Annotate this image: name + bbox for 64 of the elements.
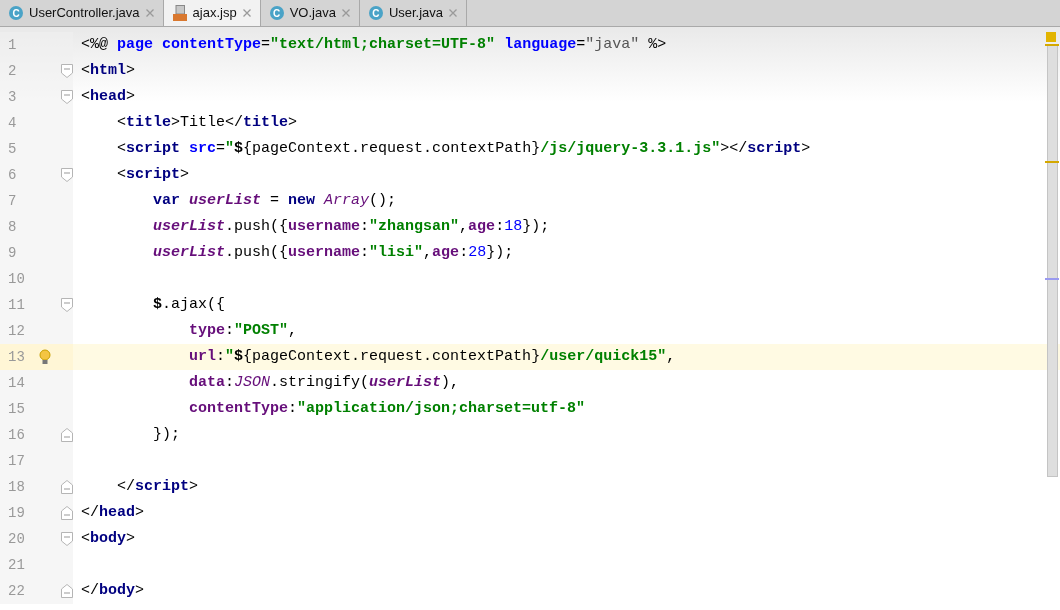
editor-tab[interactable]: ajax.jsp (163, 0, 261, 26)
code-line: data:JSON.stringify(userList), (188, 372, 460, 393)
code-line: $.ajax({ (152, 294, 226, 315)
fold-marker-icon[interactable] (60, 168, 73, 182)
line-number: 18 (7, 477, 26, 497)
fold-marker-icon[interactable] (60, 584, 73, 598)
close-icon[interactable] (145, 9, 154, 17)
close-icon[interactable] (242, 9, 251, 17)
line-number: 21 (7, 555, 26, 575)
code-line: url:"${pageContext.request.contextPath}/user/quick15", (188, 346, 676, 367)
line-number: 16 (7, 425, 26, 445)
line-number: 11 (7, 295, 26, 315)
code-line: }); (152, 424, 181, 445)
fold-marker-icon[interactable] (60, 428, 73, 442)
line-number: 12 (7, 321, 26, 341)
code-line: <head> (80, 86, 136, 107)
code-line: contentType:"application/json;charset=utf-8" (188, 398, 586, 419)
line-number: 14 (7, 373, 26, 393)
line-number: 8 (7, 217, 18, 237)
line-number: 1 (7, 35, 18, 55)
fold-marker-icon[interactable] (60, 64, 73, 78)
line-number: 17 (7, 451, 26, 471)
tab-label: VO.java (289, 4, 336, 23)
fold-marker-icon[interactable] (60, 532, 73, 546)
fold-marker-icon[interactable] (60, 90, 73, 104)
code-line: </head> (80, 502, 145, 523)
tab-label: User.java (388, 4, 444, 23)
line-number: 22 (7, 581, 26, 601)
line-number: 10 (7, 269, 26, 289)
line-number: 13 (7, 347, 26, 367)
fold-marker-icon[interactable] (60, 480, 73, 494)
line-number: 5 (7, 139, 18, 159)
line-number: 6 (7, 165, 18, 185)
class-icon: C (368, 6, 383, 20)
class-icon: C (9, 6, 23, 20)
code-line: <script src="${pageContext.request.contextPath}/js/jquery-3.3.1.js"></script> (116, 138, 811, 159)
code-line: userList.push({username:"lisi",age:28}); (152, 242, 514, 263)
lightbulb-icon[interactable] (39, 349, 51, 365)
code-line: userList.push({username:"zhangsan",age:18}); (152, 216, 550, 237)
code-line: <title>Title</title> (116, 112, 298, 133)
code-line: <%@ page contentType="text/html;charset=UTF-8" language="java" %> (80, 34, 667, 55)
file-icon (172, 5, 187, 21)
tab-label: UserController.java (29, 4, 140, 23)
close-icon[interactable] (449, 9, 458, 17)
code-line: </script> (116, 476, 199, 497)
line-number: 2 (7, 61, 18, 81)
fold-marker-icon[interactable] (60, 506, 73, 520)
class-icon: C (269, 6, 284, 20)
line-number: 4 (7, 113, 18, 133)
code-line: </body> (80, 580, 145, 601)
code-line: <script> (116, 164, 190, 185)
code-line: var userList = new Array(); (152, 190, 397, 211)
line-number: 3 (7, 87, 18, 107)
line-number: 15 (7, 399, 26, 419)
line-number: 7 (7, 191, 18, 211)
line-number: 19 (7, 503, 26, 523)
tab-label: ajax.jsp (192, 4, 237, 23)
close-icon[interactable] (341, 9, 350, 17)
line-number: 20 (7, 529, 26, 549)
code-line: <body> (80, 528, 136, 549)
fold-marker-icon[interactable] (60, 298, 73, 312)
code-line: type:"POST", (188, 320, 298, 341)
code-line: <html> (80, 60, 136, 81)
line-number: 9 (7, 243, 18, 263)
